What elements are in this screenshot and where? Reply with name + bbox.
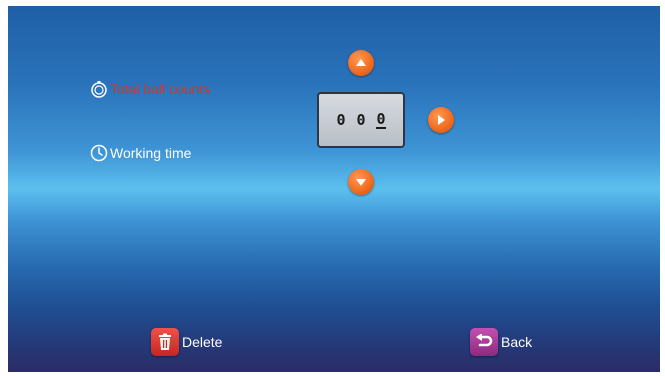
option-working-time[interactable]: Working time	[90, 144, 191, 162]
counter-digit-tens[interactable]: 0	[356, 111, 366, 129]
trash-icon	[151, 328, 179, 356]
option-label: Working time	[110, 145, 192, 161]
counter-digit-hundreds[interactable]: 0	[336, 111, 346, 129]
decrement-button[interactable]	[348, 169, 374, 195]
digit-counter[interactable]: 0 0 0	[317, 92, 405, 148]
delete-label: Delete	[182, 334, 223, 350]
arrow-right-icon	[438, 115, 445, 125]
option-total-ball-counts[interactable]: Total ball counts	[90, 80, 210, 98]
arrow-down-icon	[356, 179, 366, 186]
arrow-up-icon	[356, 59, 366, 66]
back-button[interactable]: Back	[470, 328, 532, 356]
clock-icon	[90, 144, 108, 162]
counter-digit-ones[interactable]: 0	[376, 111, 386, 129]
option-label: Total ball counts	[110, 81, 211, 97]
stopwatch-icon	[90, 80, 108, 98]
back-label: Back	[501, 334, 533, 350]
next-digit-button[interactable]	[428, 107, 454, 133]
increment-button[interactable]	[348, 50, 374, 76]
back-arrow-icon	[470, 328, 498, 356]
settings-screen: Total ball counts Working time 0 0 0 Del…	[8, 6, 660, 372]
delete-button[interactable]: Delete	[151, 328, 222, 356]
